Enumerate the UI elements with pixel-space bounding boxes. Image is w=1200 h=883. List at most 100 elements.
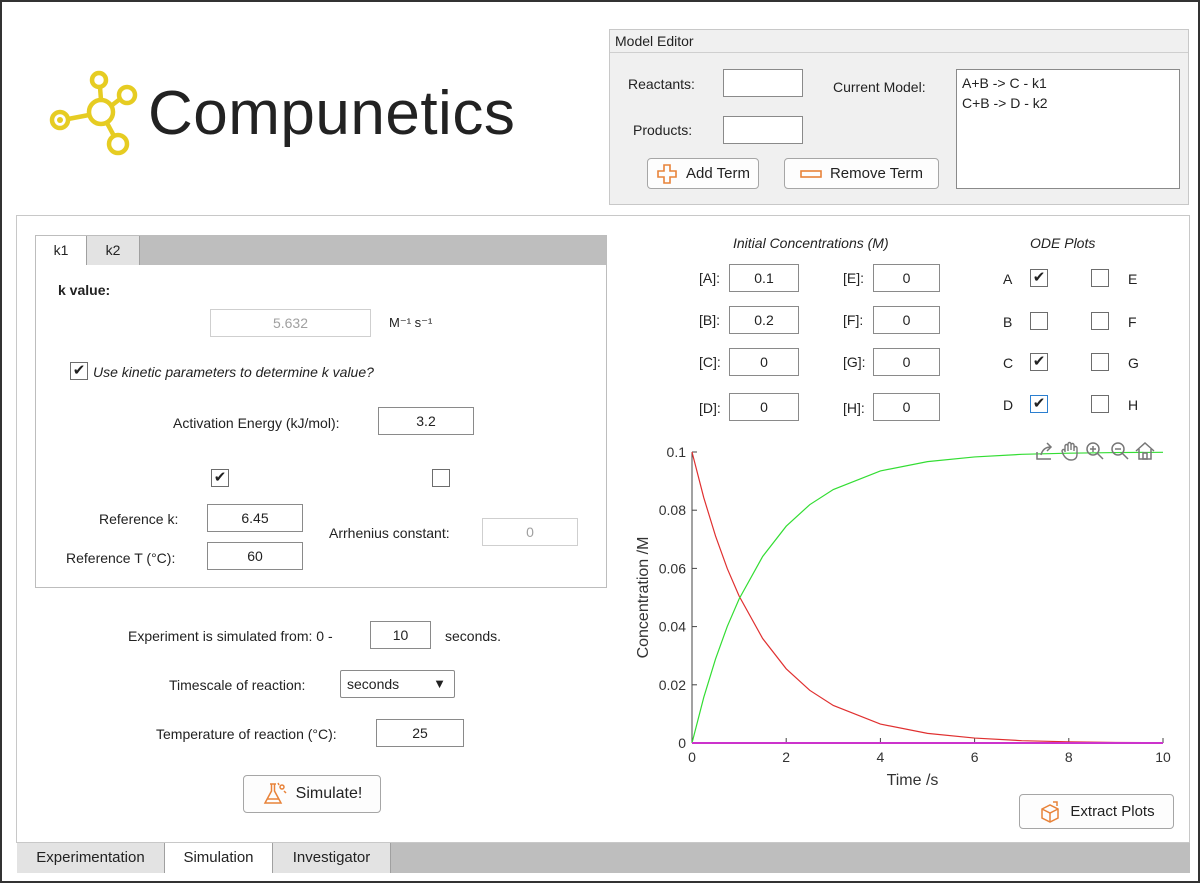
temperature-label: Temperature of reaction (°C):: [156, 726, 337, 742]
current-model-label: Current Model:: [833, 79, 926, 95]
series-line: [691, 451, 1164, 744]
extract-plots-button[interactable]: Extract Plots: [1019, 794, 1174, 829]
reference-method-checkbox[interactable]: ✔: [211, 469, 229, 487]
tab-simulation[interactable]: Simulation: [165, 843, 273, 873]
ode-label-h: H: [1128, 397, 1139, 413]
y-tick-label: 0: [678, 735, 686, 751]
minus-icon: [800, 169, 822, 178]
conc-input-f[interactable]: 0: [873, 306, 940, 334]
reactants-input[interactable]: [723, 69, 803, 97]
ode-checkbox-e[interactable]: [1091, 269, 1109, 287]
simulate-label: Simulate!: [295, 785, 363, 802]
conc-input-a[interactable]: 0.1: [729, 264, 799, 292]
use-kinetic-checkbox[interactable]: ✔: [70, 362, 88, 380]
ode-label-a: A: [1003, 271, 1013, 287]
simulate-button[interactable]: Simulate!: [243, 775, 381, 813]
export-icon[interactable]: [1034, 440, 1056, 462]
conc-label-h: [H]:: [843, 400, 865, 416]
conc-input-e[interactable]: 0: [873, 264, 940, 292]
timescale-label: Timescale of reaction:: [169, 677, 306, 693]
conc-label-d: [D]:: [699, 400, 721, 416]
concentration-chart[interactable]: 0 2 4 6 8 10 0 0.02 0.04 0.06 0.08 0.1 Time /s Conc…: [620, 430, 1185, 800]
checkmark-icon: ✔: [213, 469, 227, 486]
model-term[interactable]: A+B -> C - k1: [962, 73, 1174, 93]
ode-checkbox-b[interactable]: [1030, 312, 1048, 330]
conc-input-g[interactable]: 0: [873, 348, 940, 376]
triangle-down-icon: ▼: [433, 676, 446, 691]
extract-plots-label: Extract Plots: [1070, 803, 1155, 820]
temperature-input[interactable]: 25: [376, 719, 464, 747]
k-units: M⁻¹ s⁻¹: [389, 315, 433, 330]
box-export-icon: [1041, 800, 1060, 823]
initial-concentrations-title: Initial Concentrations (M): [733, 235, 889, 251]
tab-k1[interactable]: k1: [36, 236, 87, 265]
y-tick-label: 0.06: [659, 560, 686, 576]
conc-input-b[interactable]: 0.2: [729, 306, 799, 334]
timescale-select[interactable]: seconds ▼: [340, 670, 455, 698]
bottom-tab-bar: Experimentation Simulation Investigator: [17, 843, 1190, 873]
ode-checkbox-c[interactable]: ✔: [1030, 353, 1048, 371]
remove-term-button[interactable]: Remove Term: [784, 158, 939, 189]
tab-investigator[interactable]: Investigator: [273, 843, 391, 873]
ode-checkbox-a[interactable]: ✔: [1030, 269, 1048, 287]
conc-input-d[interactable]: 0: [729, 393, 799, 421]
arrhenius-field: 0: [482, 518, 578, 546]
x-axis-label: Time /s: [887, 772, 939, 789]
series-line: [691, 451, 1164, 744]
conc-label-f: [F]:: [843, 312, 864, 328]
conc-label-g: [G]:: [843, 354, 866, 370]
conc-input-h[interactable]: 0: [873, 393, 940, 421]
simulation-end-input[interactable]: 10: [370, 621, 431, 649]
molecule-logo-icon: [49, 70, 138, 156]
y-tick-label: 0.04: [659, 619, 686, 635]
tab-k2[interactable]: k2: [87, 236, 140, 265]
conc-label-c: [C]:: [699, 354, 721, 370]
conc-input-c[interactable]: 0: [729, 348, 799, 376]
ode-label-g: G: [1128, 355, 1139, 371]
x-tick-label: 0: [688, 749, 696, 765]
tab-experimentation[interactable]: Experimentation: [17, 843, 165, 873]
model-editor-title: Model Editor: [615, 33, 694, 49]
arrhenius-method-checkbox[interactable]: [432, 469, 450, 487]
products-input[interactable]: [723, 116, 803, 144]
ode-label-e: E: [1128, 271, 1138, 287]
y-tick-label: 0.02: [659, 677, 686, 693]
chart-axes: 0 2 4 6 8 10 0 0.02 0.04 0.06 0.08 0.1: [659, 444, 1171, 765]
x-tick-label: 10: [1155, 749, 1171, 765]
reactants-label: Reactants:: [628, 76, 695, 92]
plus-icon: [657, 163, 677, 184]
y-axis-label: Concentration /M: [635, 537, 652, 659]
reference-t-input[interactable]: 60: [207, 542, 303, 570]
ode-checkbox-d[interactable]: ✔: [1030, 395, 1048, 413]
arrhenius-label: Arrhenius constant:: [329, 525, 450, 541]
activation-energy-input[interactable]: 3.2: [378, 407, 474, 435]
ode-checkbox-f[interactable]: [1091, 312, 1109, 330]
conc-label-e: [E]:: [843, 270, 865, 286]
ode-checkbox-g[interactable]: [1091, 353, 1109, 371]
products-label: Products:: [633, 122, 693, 138]
zoom-out-icon[interactable]: [1109, 440, 1131, 462]
reference-t-label: Reference T (°C):: [66, 550, 176, 566]
reference-k-label: Reference k:: [99, 511, 179, 527]
pan-hand-icon[interactable]: [1059, 440, 1081, 462]
reference-k-input[interactable]: 6.45: [207, 504, 303, 532]
conc-label-b: [B]:: [699, 312, 721, 328]
checkmark-icon: ✔: [1032, 395, 1046, 412]
k-value-field: 5.632: [210, 309, 371, 337]
home-icon[interactable]: [1134, 440, 1156, 462]
current-model-list[interactable]: A+B -> C - k1 C+B -> D - k2: [956, 69, 1180, 189]
x-tick-label: 4: [877, 749, 885, 765]
zoom-in-icon[interactable]: [1084, 440, 1106, 462]
k-value-heading: k value:: [58, 282, 111, 298]
chart-toolbar: [1034, 438, 1164, 464]
k-tab-bar: k1 k2: [36, 236, 606, 265]
timescale-value: seconds: [347, 676, 400, 692]
model-term[interactable]: C+B -> D - k2: [962, 93, 1174, 113]
ode-checkbox-h[interactable]: [1091, 395, 1109, 413]
add-term-button[interactable]: Add Term: [647, 158, 759, 189]
y-tick-label: 0.1: [667, 444, 687, 460]
ode-label-f: F: [1128, 314, 1137, 330]
remove-term-label: Remove Term: [829, 165, 924, 182]
brand-name: Compunetics: [148, 79, 516, 148]
conc-label-a: [A]:: [699, 270, 721, 286]
